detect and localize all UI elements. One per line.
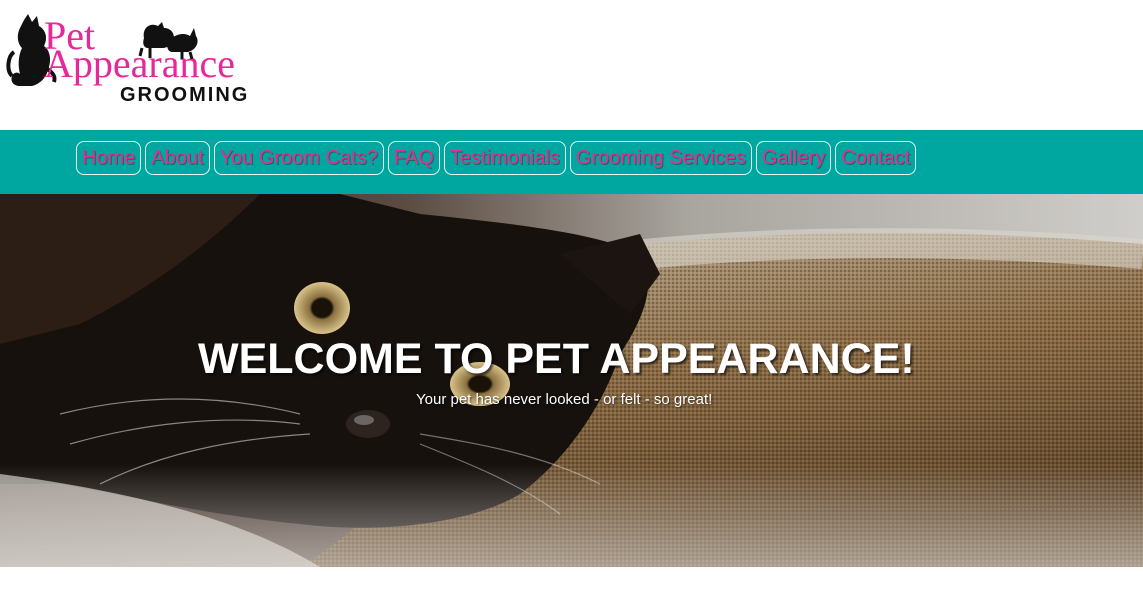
nav-link-testimonials[interactable]: Testimonials (443, 141, 566, 175)
nav-link-contact[interactable]: Contact (835, 141, 917, 175)
main-navigation: Home About You Groom Cats? FAQ Testimoni… (0, 130, 1143, 194)
hero-title: WELCOME TO PET APPEARANCE! (198, 335, 915, 383)
logo-text-grooming: GROOMING (120, 84, 250, 106)
hero-subtitle: Your pet has never looked - or felt - so… (416, 391, 713, 408)
nav-list: Home About You Groom Cats? FAQ Testimoni… (76, 141, 917, 175)
nav-link-faq[interactable]: FAQ (387, 141, 440, 175)
site-logo[interactable]: Pet Appearance GROOMING (6, 8, 301, 108)
hero-banner: WELCOME TO PET APPEARANCE! Your pet has … (0, 194, 1143, 567)
playing-animals-icon (138, 22, 198, 60)
nav-link-grooming-services[interactable]: Grooming Services (569, 141, 752, 175)
site-header: Pet Appearance GROOMING (0, 0, 1143, 130)
nav-link-gallery[interactable]: Gallery (755, 141, 832, 175)
content-area (0, 567, 1143, 613)
nav-link-home[interactable]: Home (76, 141, 142, 175)
nav-link-you-groom-cats[interactable]: You Groom Cats? (213, 141, 384, 175)
nav-link-about[interactable]: About (145, 141, 210, 175)
